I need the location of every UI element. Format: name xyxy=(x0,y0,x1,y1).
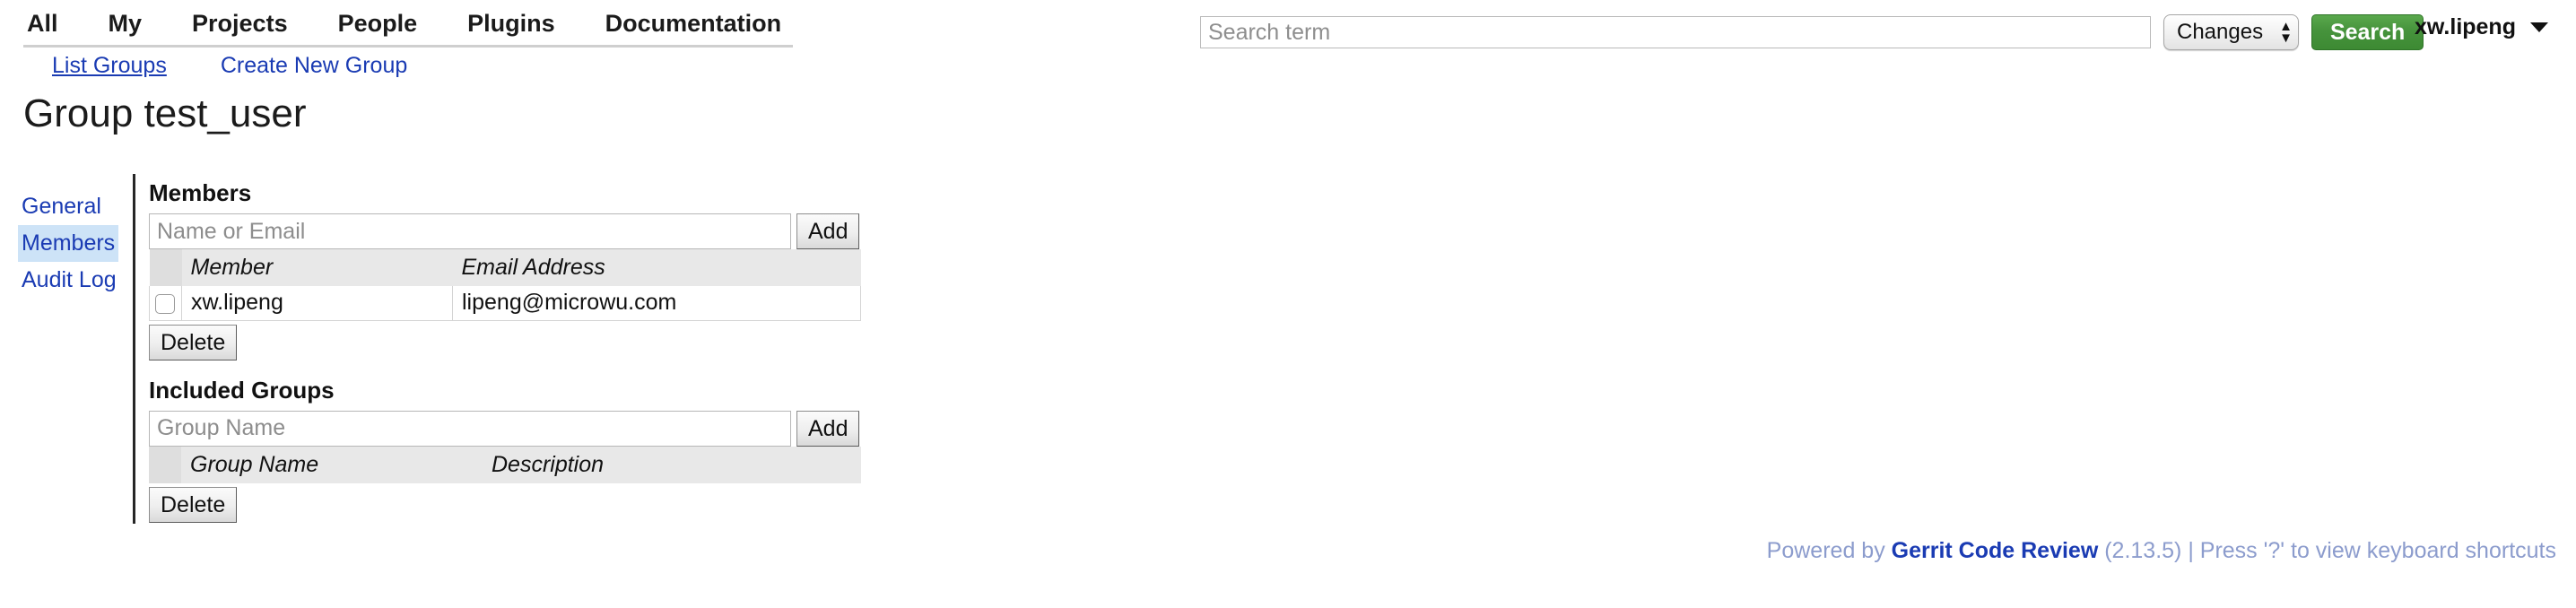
search-type-select[interactable]: Changes ▲ ▼ xyxy=(2163,14,2299,50)
included-groups-delete-wrap: Delete xyxy=(149,486,866,523)
secondary-nav: List Groups Create New Group xyxy=(0,48,461,83)
member-email-cell: lipeng@microwu.com xyxy=(452,286,861,321)
footer-prefix: Powered by xyxy=(1766,538,1892,563)
search-panel: Changes ▲▼ Search xyxy=(1200,14,2424,50)
nav-item-my[interactable]: My xyxy=(109,0,143,47)
included-groups-select-all-column xyxy=(149,446,181,483)
members-table: Member Email Address xw.lipeng lipeng@mi… xyxy=(149,249,861,321)
nav-item-documentation[interactable]: Documentation xyxy=(605,0,782,47)
search-type-value: Changes xyxy=(2177,20,2264,44)
group-content: Members Add Member Email Address xw.lipe… xyxy=(149,179,866,539)
footer-suffix: (2.13.5) | Press '?' to view keyboard sh… xyxy=(2098,538,2556,563)
members-section-title: Members xyxy=(149,179,252,206)
members-select-all-column xyxy=(149,249,182,286)
included-groups-column-description: Description xyxy=(483,446,861,483)
search-button[interactable]: Search xyxy=(2311,14,2424,50)
sidebar-item-audit-log[interactable]: Audit Log xyxy=(18,262,120,299)
page-title: Group test_user xyxy=(23,91,307,135)
chevron-down-icon xyxy=(2529,22,2548,32)
top-bar: All My Projects People Plugins Documenta… xyxy=(0,0,2576,83)
search-button-label: Search xyxy=(2329,19,2406,45)
add-member-button[interactable]: Add xyxy=(796,213,860,249)
table-row[interactable]: xw.lipeng lipeng@microwu.com xyxy=(149,286,861,321)
nav-item-all[interactable]: All xyxy=(27,0,58,47)
subnav-item-create-new-group[interactable]: Create New Group xyxy=(221,53,407,79)
nav-item-plugins[interactable]: Plugins xyxy=(467,0,555,47)
primary-nav: All My Projects People Plugins Documenta… xyxy=(0,0,831,47)
members-add-row: Add xyxy=(149,213,866,249)
member-name-cell: xw.lipeng xyxy=(181,286,453,321)
add-included-group-button[interactable]: Add xyxy=(796,410,860,447)
sidebar-divider xyxy=(133,174,135,524)
gerrit-code-review-link[interactable]: Gerrit Code Review xyxy=(1892,538,2099,563)
included-groups-add-row: Add xyxy=(149,410,866,447)
user-menu[interactable]: xw.lipeng xyxy=(2415,14,2548,40)
nav-item-projects[interactable]: Projects xyxy=(192,0,288,47)
nav-item-people[interactable]: People xyxy=(338,0,418,47)
included-groups-table: Group Name Description xyxy=(149,446,861,483)
delete-members-button[interactable]: Delete xyxy=(149,324,238,360)
members-column-member: Member xyxy=(181,249,453,286)
sidebar-item-members[interactable]: Members xyxy=(18,225,119,262)
stepper-arrows-icon: ▲ ▼ xyxy=(2279,19,2293,46)
members-delete-wrap: Delete xyxy=(149,324,866,360)
subnav-item-list-groups[interactable]: List Groups xyxy=(52,53,167,79)
sidebar-item-general[interactable]: General xyxy=(18,188,105,225)
delete-included-groups-button[interactable]: Delete xyxy=(149,486,238,523)
member-name-or-email-input[interactable] xyxy=(149,213,791,249)
group-name-input[interactable] xyxy=(149,410,791,447)
footer: Powered by Gerrit Code Review (2.13.5) |… xyxy=(1767,538,2556,564)
members-column-email-address: Email Address xyxy=(452,249,861,286)
included-groups-table-header-row: Group Name Description xyxy=(149,446,861,483)
member-row-checkbox[interactable] xyxy=(155,293,175,314)
included-groups-column-group-name: Group Name xyxy=(181,446,483,483)
group-sidebar: General Members Audit Log xyxy=(18,188,127,299)
included-groups-section-title: Included Groups xyxy=(149,376,335,404)
member-row-checkbox-cell xyxy=(149,286,182,321)
user-name: xw.lipeng xyxy=(2415,14,2516,39)
nav-divider xyxy=(23,45,793,48)
search-input[interactable] xyxy=(1200,16,2151,48)
members-table-header-row: Member Email Address xyxy=(149,249,861,286)
